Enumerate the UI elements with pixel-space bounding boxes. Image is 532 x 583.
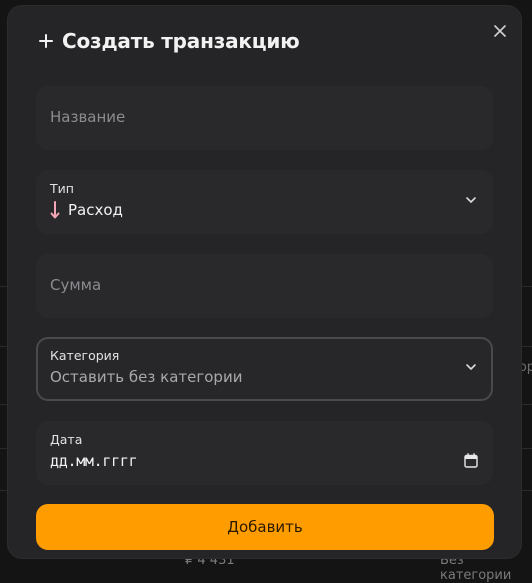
- calendar-icon[interactable]: [464, 453, 478, 468]
- dialog-title: Создать транзакцию: [38, 29, 300, 53]
- date-label: Дата: [50, 432, 83, 447]
- plus-icon: [38, 33, 54, 49]
- amount-placeholder: Сумма: [50, 276, 102, 294]
- chevron-down-icon: [466, 364, 476, 370]
- type-value: Расход: [50, 201, 123, 219]
- category-value: Оставить без категории: [50, 368, 243, 386]
- create-transaction-dialog: Создать транзакцию Название Тип Расход С…: [8, 6, 521, 558]
- category-label: Категория: [50, 348, 120, 363]
- date-input[interactable]: Дата дд.мм.гггг: [36, 421, 493, 485]
- type-value-text: Расход: [68, 201, 123, 219]
- type-select[interactable]: Тип Расход: [36, 170, 493, 234]
- chevron-down-icon: [466, 197, 476, 203]
- category-select[interactable]: Категория Оставить без категории: [36, 337, 493, 401]
- type-label: Тип: [50, 181, 74, 196]
- name-input[interactable]: Название: [36, 86, 493, 150]
- amount-input[interactable]: Сумма: [36, 254, 493, 318]
- close-icon: [494, 25, 506, 37]
- name-placeholder: Название: [50, 108, 126, 126]
- add-button[interactable]: Добавить: [36, 504, 494, 550]
- arrow-down-icon: [50, 201, 60, 219]
- dialog-title-text: Создать транзакцию: [62, 29, 300, 53]
- date-value: дд.мм.гггг: [50, 452, 138, 470]
- close-button[interactable]: [492, 23, 508, 39]
